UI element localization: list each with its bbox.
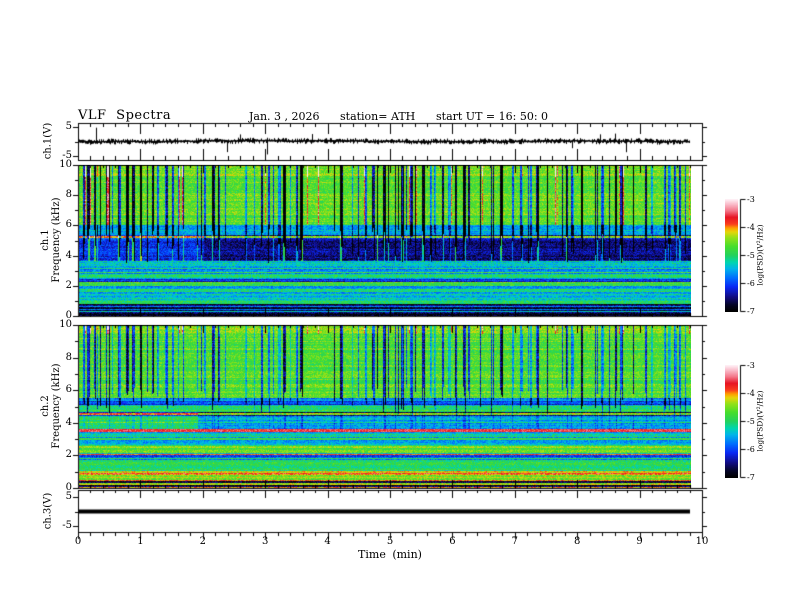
colorbar2-tick-label: -3 [747,360,755,370]
time-tick-label: 1 [137,536,144,547]
ch1-spec-ytick-label: 2 [65,279,72,291]
colorbar1-tick-label: -4 [747,222,755,232]
colorbar1-tick-label: -6 [747,278,755,288]
colorbar1-tick-label: -5 [747,250,755,260]
colorbar1-tick-label: -7 [747,306,755,316]
ch1-spec-ytick-label: 6 [65,219,72,231]
colorbar1-tick-label: -3 [747,194,755,204]
colorbar2-tick-label: -4 [747,388,755,398]
time-tick-label: 9 [636,536,643,547]
colorbar2-tick-label: -5 [747,416,755,426]
ch2-spec-ytick-label: 6 [65,384,72,396]
time-tick-label: 3 [262,536,269,547]
ch1-wave-ytick-label: 5 [65,121,72,132]
time-tick-label: 7 [511,536,518,547]
colorbar2-tick-label: -6 [747,444,755,454]
ch2-spec-ytick-label: 4 [65,416,72,428]
vlf-spectra-figure: VLF Spectra Jan. 3 , 2026 station= ATH s… [0,0,792,612]
time-tick-label: 4 [324,536,331,547]
colorbar2-tick-label: -7 [747,472,755,482]
ch2-spec-ytick-label: 8 [65,351,72,363]
ch2-spec-ytick-label: 10 [59,319,72,330]
ch1-spec-ytick-label: 10 [59,159,72,170]
ch2-spec-ytick-label: 0 [65,482,72,493]
time-tick-label: 6 [449,536,456,547]
ch1-spec-ytick-label: 4 [65,249,72,261]
ch3-wave-ytick-label: -5 [62,520,72,531]
time-tick-label: 5 [386,536,394,547]
time-tick-label: 10 [695,536,709,547]
axes-ticks-waveform-overlay [0,0,792,612]
time-tick-label: 0 [74,536,82,547]
time-tick-label: 8 [574,536,581,547]
ch2-spec-ytick-label: 2 [65,449,72,461]
time-tick-label: 2 [199,536,206,547]
ch1-spec-ytick-label: 8 [65,189,72,201]
